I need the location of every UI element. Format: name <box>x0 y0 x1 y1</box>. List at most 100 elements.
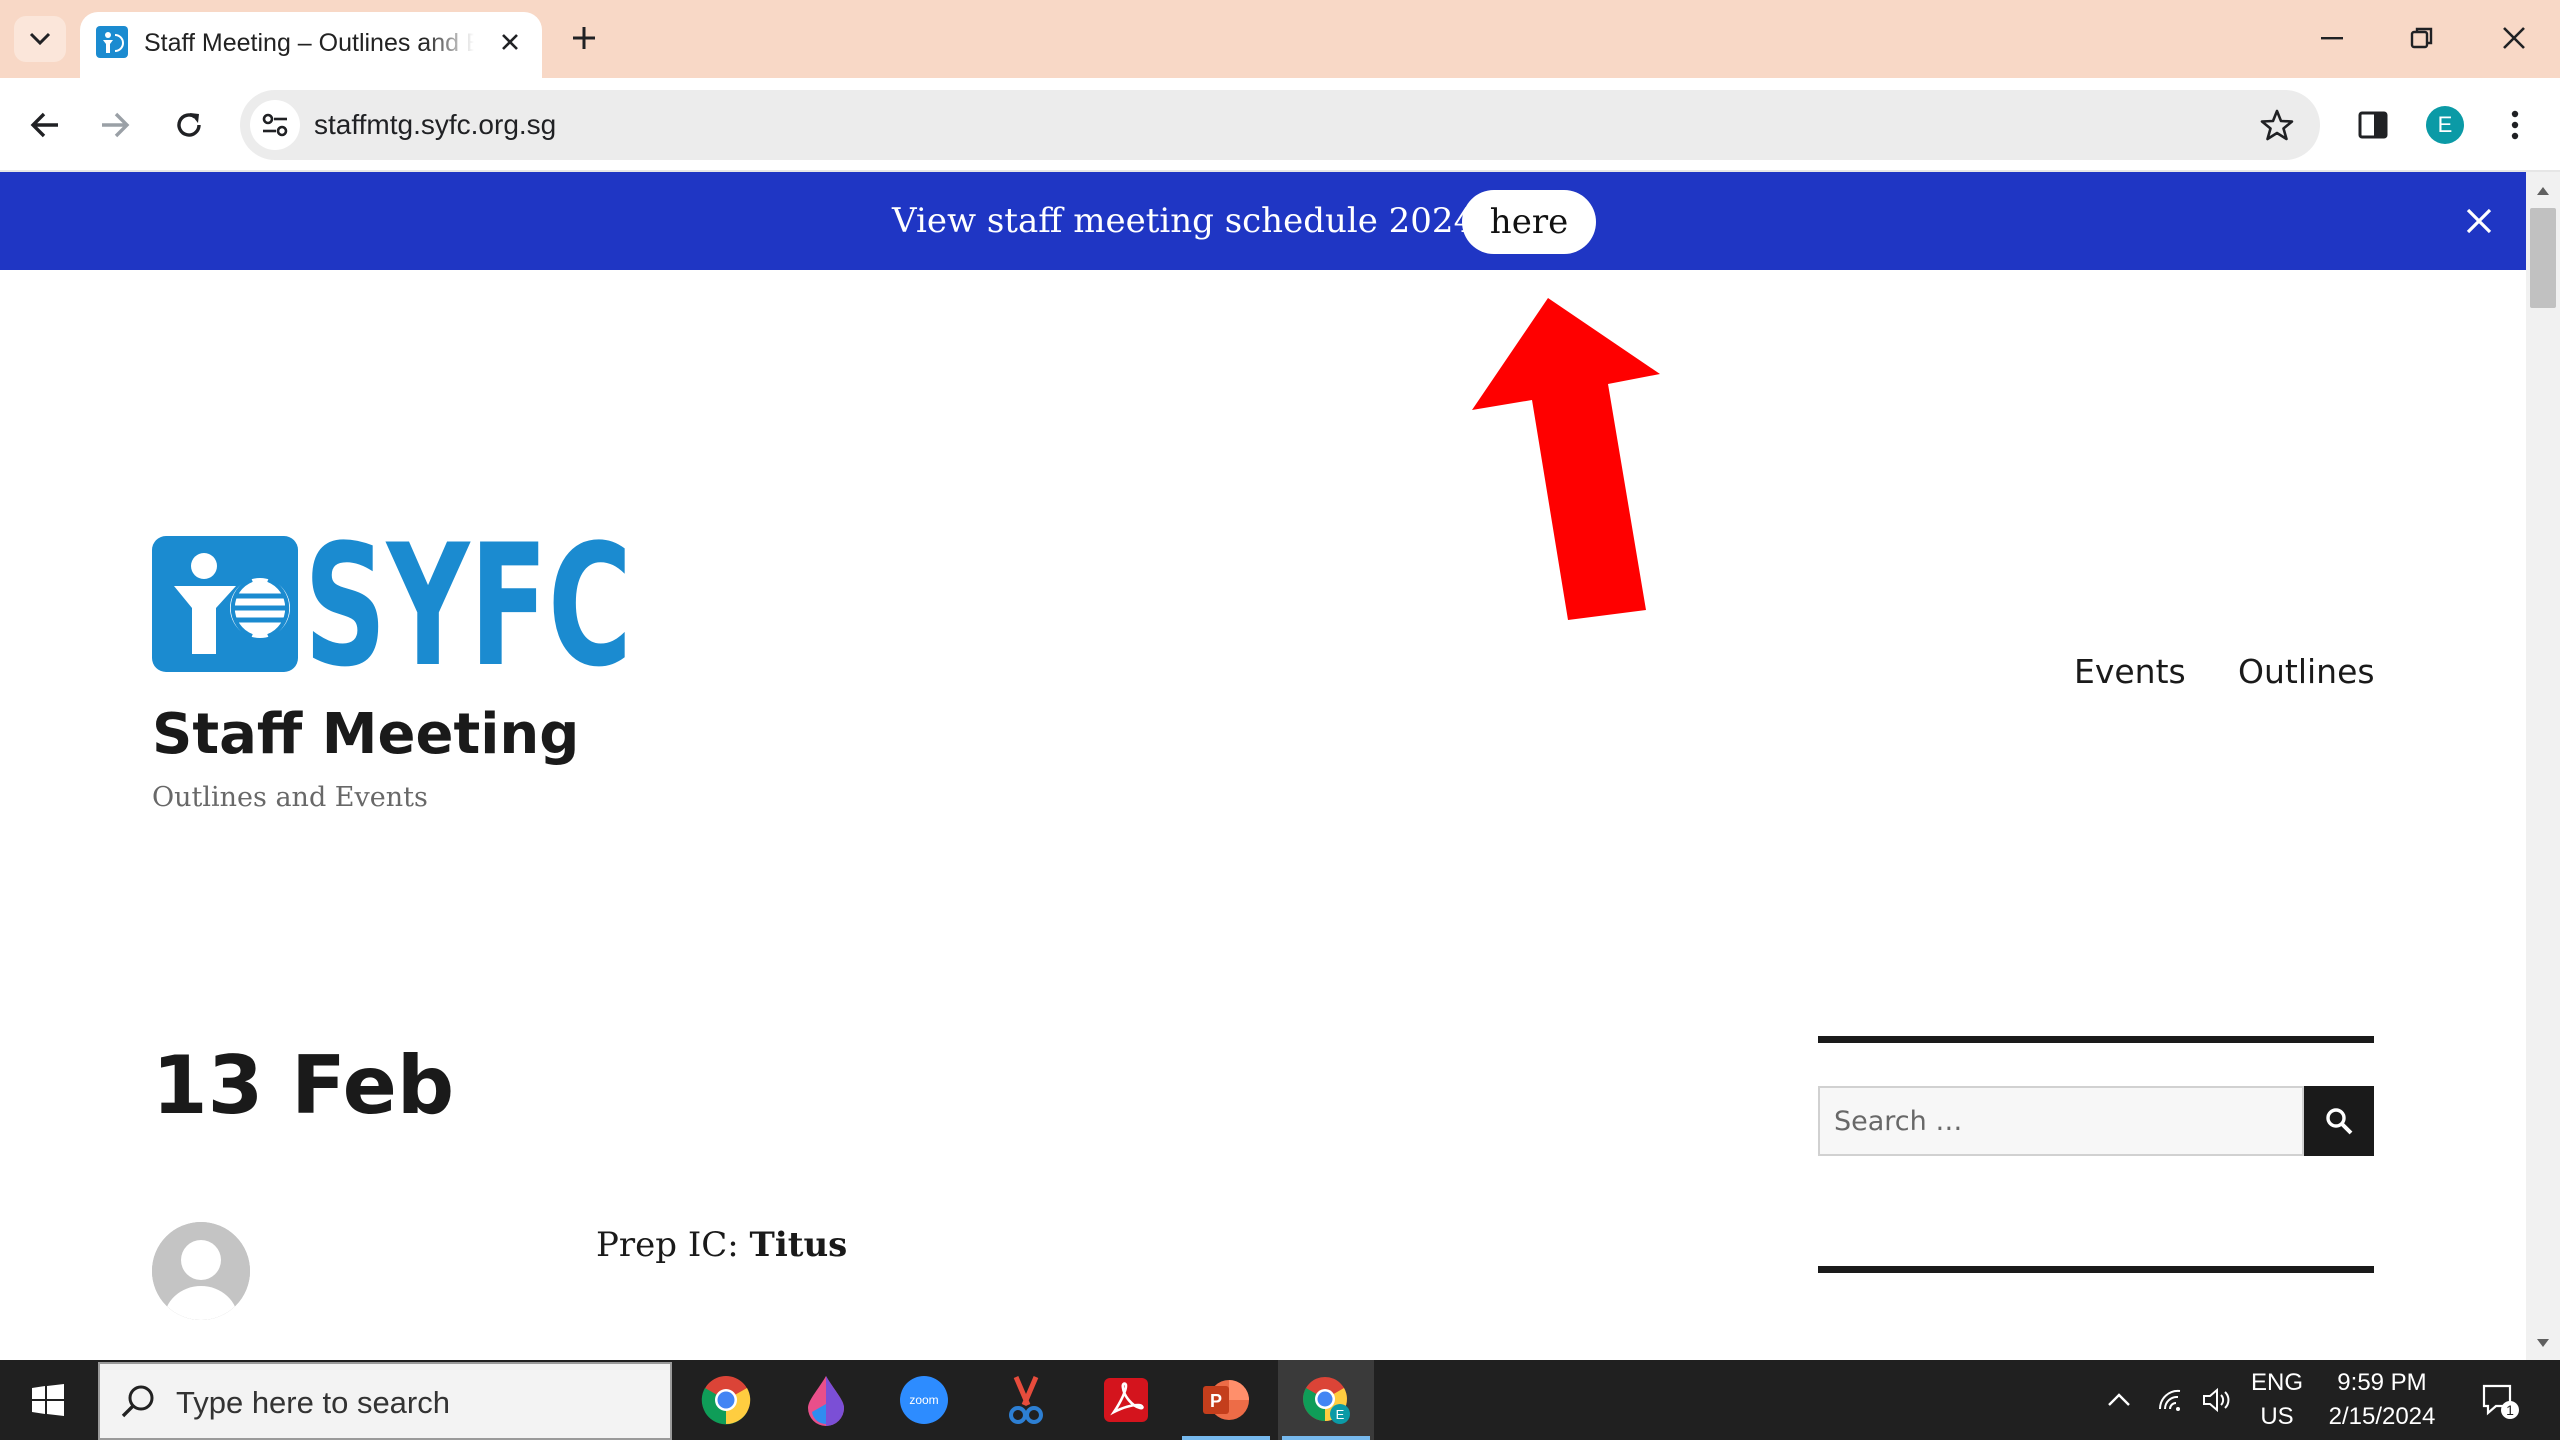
kebab-menu-icon <box>2511 110 2519 140</box>
announcement-close-button[interactable] <box>2456 198 2502 244</box>
volume-button[interactable] <box>2196 1360 2238 1440</box>
taskbar-snipping-tool[interactable] <box>978 1360 1074 1440</box>
acrobat-icon <box>1104 1378 1148 1422</box>
nav-item-events[interactable]: Events <box>2074 650 2186 694</box>
powerpoint-icon: P <box>1203 1380 1249 1420</box>
new-tab-button[interactable] <box>564 18 604 58</box>
star-icon <box>2260 109 2294 141</box>
sidebar-divider <box>1818 1266 2374 1273</box>
profile-button[interactable]: E <box>2420 100 2470 150</box>
taskbar-chrome-profile[interactable]: E <box>1278 1360 1374 1440</box>
taskbar-chrome[interactable] <box>678 1360 774 1440</box>
schedule-here-button[interactable]: here <box>1462 190 1596 254</box>
svg-text:P: P <box>1210 1391 1222 1411</box>
page-scrollbar[interactable] <box>2526 172 2560 1360</box>
scroll-up-button[interactable] <box>2526 176 2560 206</box>
close-icon <box>2503 27 2525 49</box>
close-icon <box>2466 208 2492 234</box>
nav-item-outlines[interactable]: Outlines <box>2238 650 2375 694</box>
network-button[interactable] <box>2150 1360 2192 1440</box>
sidebar-divider <box>1818 1036 2374 1043</box>
zoom-label: zoom <box>909 1393 938 1407</box>
prep-ic-name: Titus <box>749 1225 848 1265</box>
chrome-profile-icon: E <box>1303 1377 1350 1424</box>
tab-title: Staff Meeting – Outlines and Events <box>144 29 474 57</box>
avatar: E <box>2426 106 2464 144</box>
announcement-text: View staff meeting schedule 2024 <box>892 201 1476 241</box>
running-indicator <box>1282 1436 1370 1440</box>
side-panel-button[interactable] <box>2348 100 2398 150</box>
notifications-button[interactable]: 1 <box>2470 1360 2530 1440</box>
tab-close-button[interactable] <box>492 24 528 60</box>
language-code: ENG <box>2250 1369 2303 1396</box>
red-arrow-annotation <box>1472 298 1660 620</box>
clock-button[interactable]: 9:59 PM 2/15/2024 <box>2316 1360 2448 1440</box>
plus-icon <box>573 27 595 49</box>
syfc-logo: SYFC <box>152 536 632 672</box>
address-bar[interactable]: staffmtg.syfc.org.sg <box>240 90 2320 160</box>
taskbar-search-placeholder: Type here to search <box>176 1385 450 1420</box>
close-icon <box>502 34 518 50</box>
post-meta: Prep IC: Titus <box>596 1222 847 1268</box>
url-text[interactable]: staffmtg.syfc.org.sg <box>314 108 556 142</box>
taskbar-search-box[interactable]: Type here to search <box>98 1362 672 1440</box>
bookmark-button[interactable] <box>2254 102 2300 148</box>
chevron-down-icon <box>29 32 51 46</box>
scroll-down-button[interactable] <box>2526 1328 2560 1358</box>
wifi-icon <box>2158 1389 2181 1411</box>
browser-toolbar: staffmtg.syfc.org.sg E <box>0 78 2560 172</box>
taskbar-acrobat[interactable] <box>1078 1360 1174 1440</box>
restore-button[interactable] <box>2392 14 2452 62</box>
browser-tab-bar: Staff Meeting – Outlines and Events <box>0 0 2560 78</box>
running-indicator <box>1182 1436 1270 1440</box>
taskbar-drop-app[interactable] <box>778 1360 874 1440</box>
tune-icon <box>262 113 288 137</box>
search-button[interactable] <box>2304 1086 2374 1156</box>
site-title[interactable]: Staff Meeting <box>152 700 579 770</box>
forward-button[interactable] <box>90 100 140 150</box>
start-button[interactable] <box>0 1360 96 1440</box>
scrollbar-thumb[interactable] <box>2530 208 2556 308</box>
reload-button[interactable] <box>164 100 214 150</box>
arrow-right-icon <box>102 112 130 138</box>
post-title[interactable]: 13 Feb <box>152 1036 454 1136</box>
announcement-bar: View staff meeting schedule 2024 here <box>0 172 2526 270</box>
notification-count: 1 <box>2506 1402 2514 1418</box>
search-icon <box>2326 1108 2353 1135</box>
logo-text: SYFC <box>304 536 632 672</box>
side-panel-icon <box>2358 111 2388 139</box>
author-avatar <box>152 1222 250 1320</box>
show-hidden-icons-button[interactable] <box>2094 1360 2144 1440</box>
drop-icon <box>808 1376 844 1426</box>
clock-date: 2/15/2024 <box>2328 1403 2436 1430</box>
close-window-button[interactable] <box>2484 14 2544 62</box>
taskbar-powerpoint[interactable]: P <box>1178 1360 1274 1440</box>
person-icon <box>152 1222 250 1320</box>
windows-logo-icon <box>32 1384 64 1416</box>
reload-icon <box>177 113 201 137</box>
clock-time: 9:59 PM <box>2337 1369 2427 1396</box>
restore-icon <box>2410 27 2433 49</box>
site-description: Outlines and Events <box>152 782 428 813</box>
triangle-down-icon <box>2537 1339 2549 1347</box>
triangle-up-icon <box>2537 187 2549 195</box>
chrome-icon <box>701 1376 751 1425</box>
arrow-left-icon <box>30 112 58 138</box>
prep-ic-label: Prep IC: <box>596 1225 750 1265</box>
speaker-icon <box>2203 1387 2230 1413</box>
chrome-profile-initial: E <box>1336 1407 1345 1422</box>
site-info-button[interactable] <box>250 100 300 150</box>
syfc-favicon-icon <box>96 26 128 58</box>
region-code: US <box>2260 1403 2294 1430</box>
minimize-button[interactable] <box>2302 14 2362 62</box>
taskbar-zoom[interactable]: zoom <box>876 1360 972 1440</box>
chrome-menu-button[interactable] <box>2490 100 2540 150</box>
search-icon <box>121 1385 154 1418</box>
windows-taskbar: Type here to search zoom P E ENG US 9:59… <box>0 1360 2560 1440</box>
tab-search-button[interactable] <box>14 16 66 62</box>
back-button[interactable] <box>20 100 70 150</box>
tab-staff-meeting[interactable]: Staff Meeting – Outlines and Events <box>80 12 542 78</box>
minimize-icon <box>2321 37 2343 40</box>
search-input[interactable] <box>1818 1086 2304 1156</box>
input-language-button[interactable]: ENG US <box>2244 1360 2310 1440</box>
